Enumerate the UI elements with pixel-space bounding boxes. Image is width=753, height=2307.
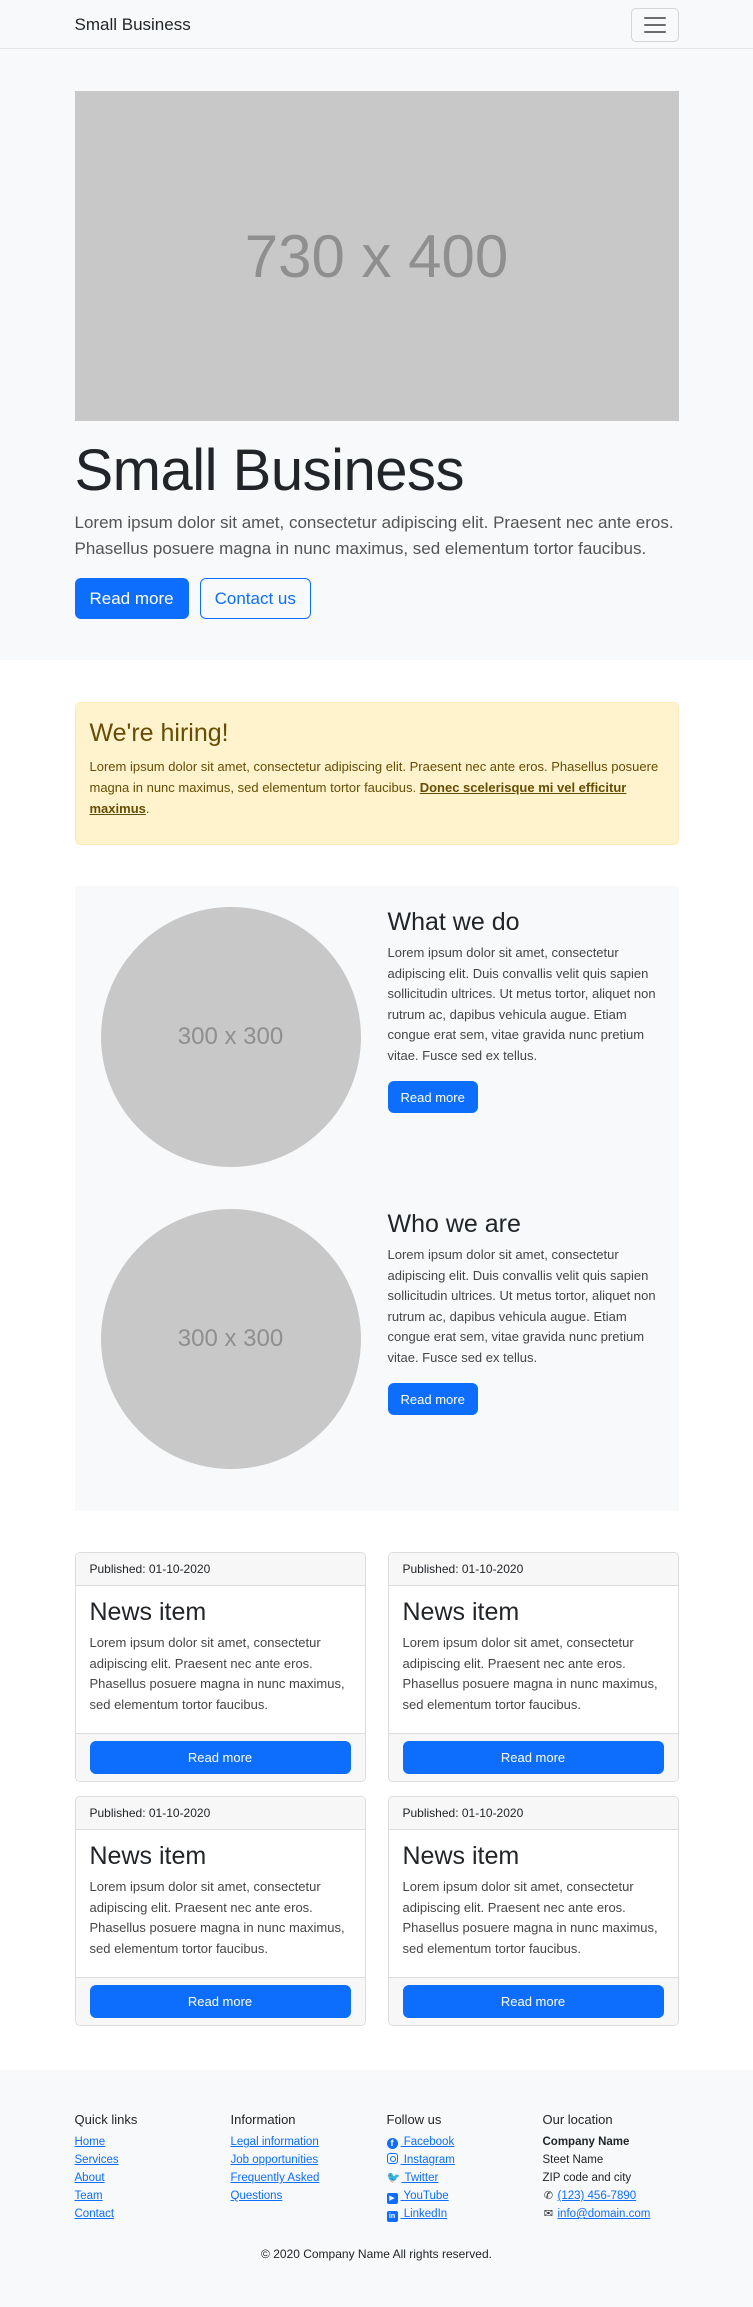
footer-link-jobs[interactable]: Job opportunities: [231, 2151, 387, 2169]
footer-link-team[interactable]: Team: [75, 2187, 231, 2205]
navbar: Small Business: [0, 0, 753, 49]
feature-read-more-button[interactable]: Read more: [387, 1081, 478, 1113]
feature-title: What we do: [387, 908, 520, 936]
company-name: Company Name: [542, 2136, 630, 2148]
footer-link-questions[interactable]: Questions: [231, 2187, 387, 2205]
footer-location: Our location Company Name Steet Name ZIP…: [543, 2112, 679, 2223]
footer-link-legal[interactable]: Legal information: [231, 2133, 387, 2151]
footer-link-contact[interactable]: Contact: [75, 2205, 231, 2223]
feature-image: 300 x 300: [100, 1209, 361, 1469]
twitter-icon: 🐦: [386, 2172, 401, 2184]
footer-link-youtube[interactable]: ▶ YouTube: [386, 2187, 543, 2205]
hiring-alert: We're hiring! Lorem ipsum dolor sit amet…: [74, 702, 679, 845]
footer: Quick links Home Services About Team Con…: [0, 2070, 753, 2307]
footer-column-title: Information: [230, 2112, 296, 2127]
footer-link-about[interactable]: About: [75, 2169, 231, 2187]
card-title: News item: [402, 1598, 520, 1626]
phone-icon: ✆: [543, 2190, 554, 2202]
footer-link-services[interactable]: Services: [75, 2151, 231, 2169]
instagram-icon: [386, 2153, 398, 2164]
email-row: ✉ info@domain.com: [543, 2205, 679, 2223]
feature-text: Lorem ipsum dolor sit amet, consectetur …: [387, 1247, 656, 1365]
footer-link-facebook[interactable]: f Facebook: [386, 2133, 543, 2151]
footer-link-linkedin[interactable]: in LinkedIn: [386, 2205, 543, 2223]
news-card: Published: 01-10-2020 News item Lorem ip…: [74, 1796, 366, 2026]
card-text: Lorem ipsum dolor sit amet, consectetur …: [402, 1635, 658, 1712]
copyright: © 2020 Company Name All rights reserved.: [261, 2247, 492, 2261]
news-grid: Published: 01-10-2020 News item Lorem ip…: [74, 1552, 679, 2026]
card-title: News item: [89, 1842, 207, 1870]
hero-title: Small Business: [74, 438, 465, 503]
hamburger-icon: [643, 16, 666, 19]
feature-text: Lorem ipsum dolor sit amet, consectetur …: [387, 945, 656, 1063]
footer-link-home[interactable]: Home: [75, 2133, 231, 2151]
hero-read-more-button[interactable]: Read more: [74, 578, 189, 619]
youtube-icon: ▶: [386, 2193, 398, 2204]
phone-link[interactable]: (123) 456-7890: [558, 2190, 637, 2202]
street-name: Steet Name: [542, 2154, 604, 2166]
footer-quick-links: Quick links Home Services About Team Con…: [75, 2112, 231, 2223]
feature-read-more-button[interactable]: Read more: [387, 1383, 478, 1415]
email-link[interactable]: info@domain.com: [558, 2208, 651, 2220]
card-text: Lorem ipsum dolor sit amet, consectetur …: [89, 1879, 345, 1956]
card-read-more-button[interactable]: Read more: [402, 1985, 664, 2018]
footer-column-title: Quick links: [74, 2112, 138, 2127]
facebook-icon: f: [386, 2138, 398, 2149]
hero-image: 730 x 400: [74, 91, 679, 421]
envelope-icon: ✉: [543, 2208, 554, 2220]
zip-city: ZIP code and city: [542, 2172, 632, 2184]
feature-image: 300 x 300: [100, 907, 361, 1167]
card-published-date: Published: 01-10-2020: [75, 1797, 365, 1830]
footer-information: Information Legal information Job opport…: [231, 2112, 387, 2223]
footer-column-title: Follow us: [386, 2112, 442, 2127]
hero-section: 730 x 400 Small Business Lorem ipsum dol…: [0, 49, 753, 660]
hero-contact-button[interactable]: Contact us: [199, 578, 311, 619]
footer-link-twitter[interactable]: 🐦 Twitter: [387, 2169, 543, 2187]
footer-link-instagram[interactable]: Instagram: [386, 2151, 543, 2169]
news-card: Published: 01-10-2020 News item Lorem ip…: [387, 1796, 679, 2026]
card-text: Lorem ipsum dolor sit amet, consectetur …: [402, 1879, 658, 1956]
news-card: Published: 01-10-2020 News item Lorem ip…: [74, 1552, 366, 1782]
alert-text: Lorem ipsum dolor sit amet, consectetur …: [89, 759, 659, 816]
menu-toggle-button[interactable]: [630, 7, 679, 42]
card-read-more-button[interactable]: Read more: [89, 1985, 351, 2018]
footer-link-faq[interactable]: Frequently Asked: [231, 2169, 387, 2187]
phone-row: ✆ (123) 456-7890: [543, 2187, 679, 2205]
feature-title: Who we are: [387, 1210, 521, 1238]
card-read-more-button[interactable]: Read more: [89, 1741, 351, 1774]
card-published-date: Published: 01-10-2020: [75, 1553, 365, 1586]
linkedin-icon: in: [386, 2211, 398, 2222]
hero-lead: Lorem ipsum dolor sit amet, consectetur …: [74, 513, 674, 558]
card-published-date: Published: 01-10-2020: [388, 1797, 678, 1830]
alert-title: We're hiring!: [89, 719, 229, 747]
card-text: Lorem ipsum dolor sit amet, consectetur …: [89, 1635, 345, 1712]
card-title: News item: [89, 1598, 207, 1626]
brand-link[interactable]: Small Business: [75, 15, 191, 35]
footer-column-title: Our location: [542, 2112, 613, 2127]
news-card: Published: 01-10-2020 News item Lorem ip…: [387, 1552, 679, 1782]
features-section: 300 x 300 What we do Lorem ipsum dolor s…: [74, 886, 679, 1511]
footer-follow-us: Follow us f Facebook Instagram 🐦 Twitter…: [386, 2112, 543, 2223]
card-published-date: Published: 01-10-2020: [388, 1553, 678, 1586]
card-title: News item: [402, 1842, 520, 1870]
card-read-more-button[interactable]: Read more: [402, 1741, 664, 1774]
